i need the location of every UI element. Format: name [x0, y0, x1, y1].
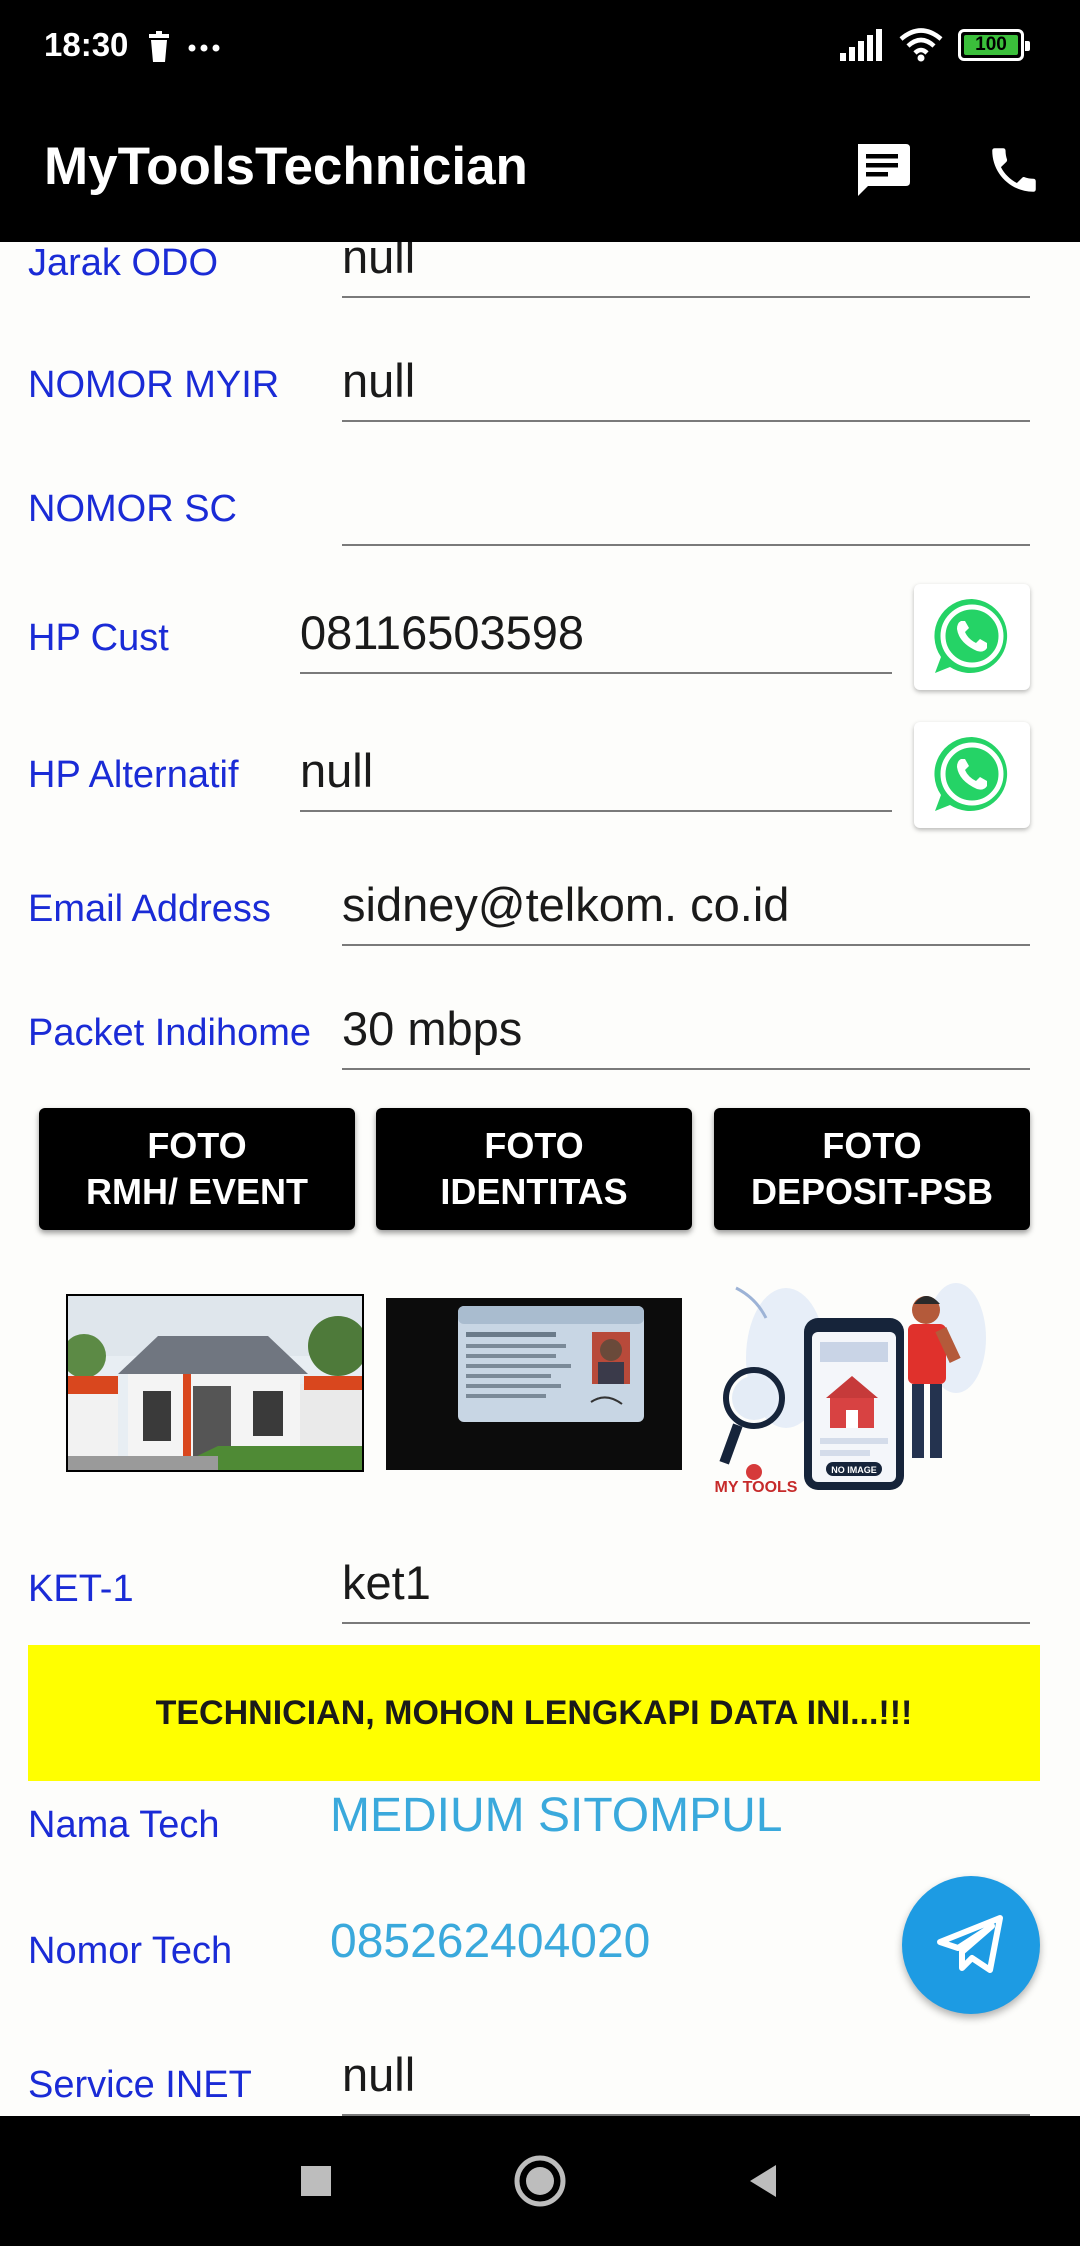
foto-rumah-label: FOTO RMH/ EVENT [85, 1125, 308, 1212]
app-bar: MyToolsTechnician [0, 96, 1080, 242]
foto-deposit-label: FOTO DEPOSIT-PSB [750, 1125, 994, 1212]
wifi-icon [899, 28, 943, 62]
service-inet-label: Service INET [28, 2064, 252, 2106]
ket1-field[interactable]: ket1 [342, 1554, 1030, 1624]
hp-cust-value: 08116503598 [300, 606, 585, 659]
home-button[interactable] [510, 2151, 570, 2211]
whatsapp-cust-button[interactable] [914, 584, 1030, 690]
battery-level: 100 [964, 35, 1018, 55]
jarak-odo-field[interactable]: null [342, 242, 1030, 298]
warning-banner-text: TECHNICIAN, MOHON LENGKAPI DATA INI...!!… [155, 1693, 913, 1732]
nomor-myir-label: NOMOR MYIR [28, 364, 280, 406]
foto-identitas-button[interactable]: FOTO IDENTITAS [376, 1108, 692, 1230]
recents-square-icon [301, 2166, 331, 2196]
nomor-sc-label: NOMOR SC [28, 488, 237, 530]
warning-banner: TECHNICIAN, MOHON LENGKAPI DATA INI...!!… [28, 1645, 1040, 1781]
trash-icon [149, 31, 169, 62]
packet-label: Packet Indihome [28, 1012, 312, 1054]
foto-identitas-label: FOTO IDENTITAS [440, 1125, 628, 1212]
hp-cust-field[interactable]: 08116503598 [300, 604, 892, 674]
jarak-odo-value: null [342, 242, 416, 283]
message-icon [858, 144, 910, 196]
service-inet-value: null [342, 2048, 416, 2101]
service-inet-field[interactable]: null [342, 2046, 1030, 2116]
placeholder-badge: NO IMAGE [831, 1465, 877, 1475]
phone-icon [992, 148, 1036, 192]
form-content[interactable]: Jarak ODO null NOMOR MYIR null NOMOR SC … [0, 242, 1080, 2116]
more-dots-icon [188, 44, 220, 52]
packet-field[interactable]: 30 mbps [342, 1000, 1030, 1070]
hp-alternatif-field[interactable]: null [300, 742, 892, 812]
phone-button[interactable] [970, 126, 1058, 214]
home-circle-icon [514, 2155, 566, 2207]
placeholder-caption: MY TOOLS [715, 1479, 798, 1496]
ket1-label: KET-1 [28, 1568, 134, 1610]
navigation-bar [0, 2116, 1080, 2246]
nomor-myir-value: null [342, 354, 416, 407]
status-left-icons [146, 30, 226, 71]
id-card-thumbnail[interactable] [386, 1298, 682, 1470]
email-value: sidney@telkom. co.id [342, 878, 790, 931]
nomor-tech-value: 085262404020 [330, 1915, 651, 1968]
app-title: MyToolsTechnician [44, 137, 528, 196]
battery-icon: 100 [958, 29, 1030, 61]
packet-value: 30 mbps [342, 1002, 523, 1055]
message-button[interactable] [838, 126, 926, 214]
hp-alternatif-value: null [300, 744, 374, 797]
email-label: Email Address [28, 888, 271, 930]
status-bar: 18:30 100 [0, 0, 1080, 96]
nama-tech-label: Nama Tech [28, 1804, 220, 1846]
foto-rumah-button[interactable]: FOTO RMH/ EVENT [39, 1108, 355, 1230]
whatsapp-alternatif-button[interactable] [914, 722, 1030, 828]
status-time: 18:30 [44, 26, 129, 63]
hp-cust-label: HP Cust [28, 617, 169, 659]
whatsapp-icon [934, 736, 1008, 811]
email-field[interactable]: sidney@telkom. co.id [342, 876, 1030, 946]
nomor-tech-label: Nomor Tech [28, 1930, 233, 1972]
hp-alternatif-label: HP Alternatif [28, 754, 239, 796]
telegram-fab-button[interactable] [902, 1876, 1040, 2014]
jarak-odo-label: Jarak ODO [28, 242, 219, 284]
ket1-value: ket1 [342, 1556, 431, 1609]
back-button[interactable] [734, 2151, 794, 2211]
nomor-sc-field[interactable] [342, 476, 1030, 546]
signal-icon [840, 29, 882, 61]
recents-button[interactable] [286, 2151, 346, 2211]
house-photo-thumbnail[interactable] [66, 1294, 364, 1472]
status-right-icons: 100 [840, 28, 1030, 62]
back-triangle-icon [750, 2165, 776, 2197]
whatsapp-icon [934, 598, 1008, 673]
nama-tech-value: MEDIUM SITOMPUL [330, 1789, 783, 1842]
foto-deposit-button[interactable]: FOTO DEPOSIT-PSB [714, 1108, 1030, 1230]
nomor-myir-field[interactable]: null [342, 352, 1030, 422]
telegram-icon [937, 1915, 1003, 1973]
